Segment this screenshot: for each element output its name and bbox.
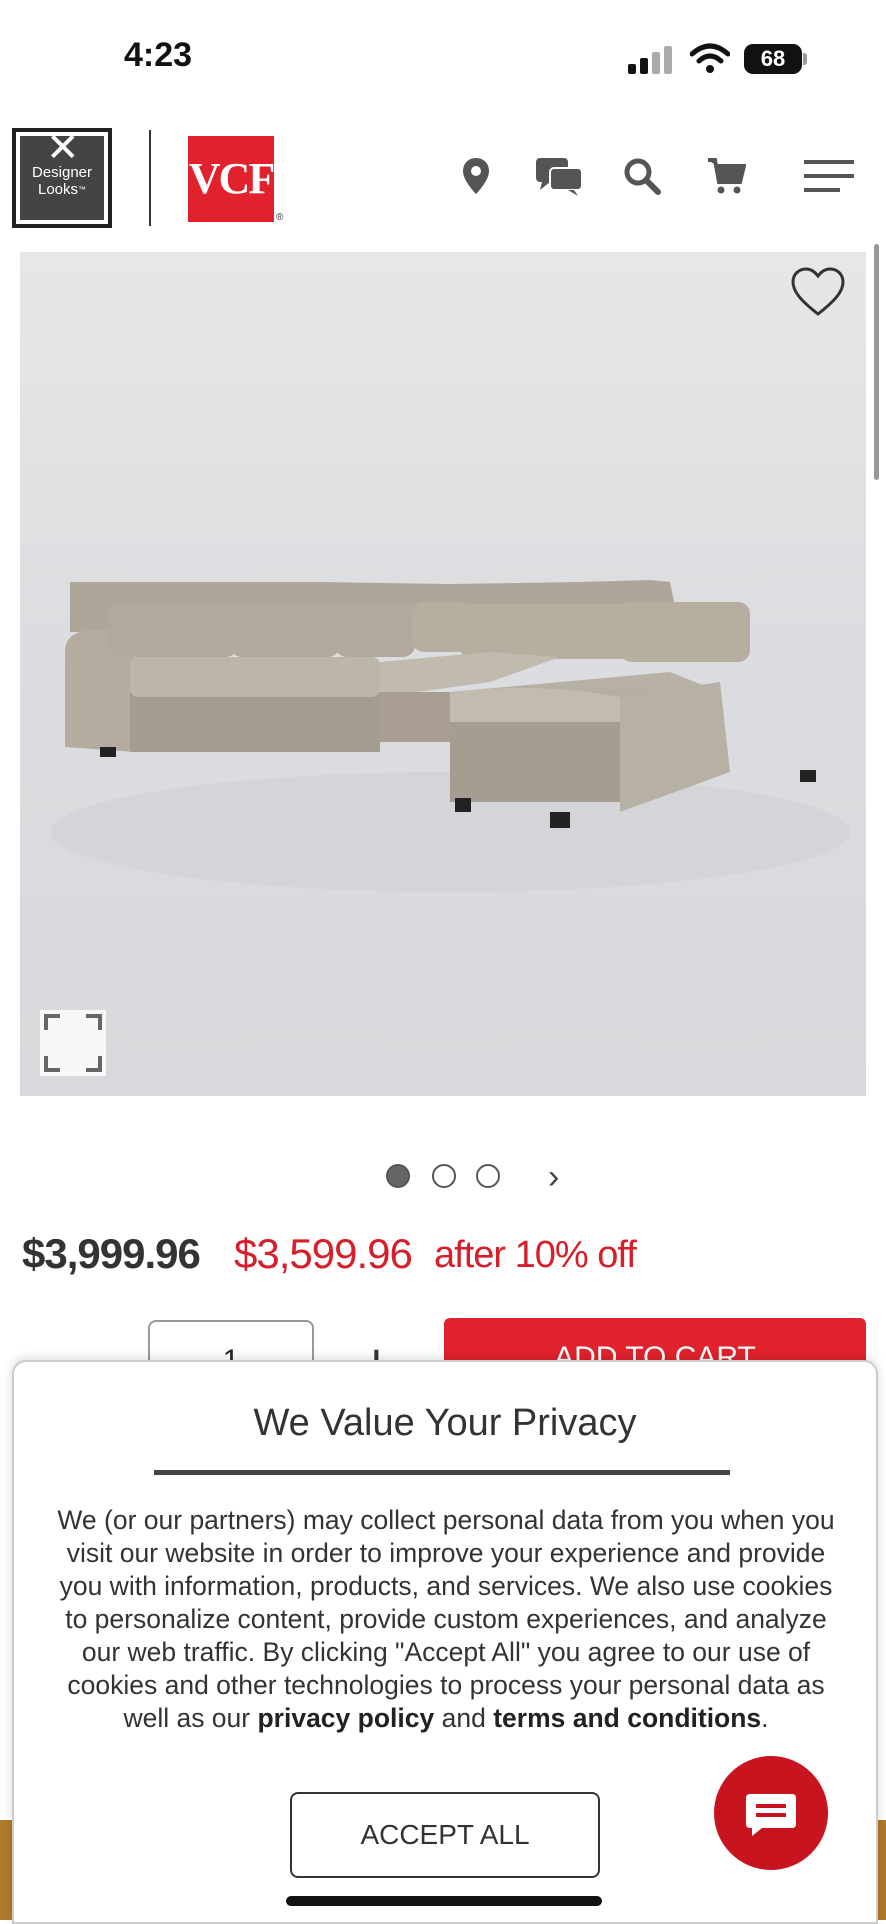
battery-tip — [803, 53, 807, 65]
chat-button[interactable] — [714, 1756, 828, 1870]
registered-mark: ® — [276, 212, 284, 223]
fullscreen-expand-icon[interactable] — [40, 1010, 106, 1076]
and-text: and — [434, 1703, 494, 1733]
carousel-dot-3[interactable] — [476, 1164, 500, 1188]
location-pin-icon[interactable] — [460, 156, 492, 196]
vcf-logo[interactable]: VCF — [188, 136, 275, 222]
sale-price: $3,599.96 — [234, 1230, 413, 1277]
chat-bubbles-icon[interactable] — [534, 156, 584, 196]
favorite-heart-icon[interactable] — [790, 266, 846, 318]
privacy-body-text: We (or our partners) may collect persona… — [57, 1505, 835, 1733]
carousel-next-icon[interactable]: › — [548, 1158, 559, 1197]
carousel-dot-1[interactable] — [386, 1164, 410, 1188]
chat-message-icon — [746, 1794, 796, 1836]
period-text: . — [761, 1703, 769, 1733]
close-icon[interactable]: ✕ — [46, 128, 80, 168]
privacy-policy-link[interactable]: privacy policy — [257, 1703, 434, 1733]
product-image[interactable] — [20, 252, 866, 1096]
privacy-modal-body: We (or our partners) may collect persona… — [48, 1504, 844, 1735]
terms-conditions-link[interactable]: terms and conditions — [493, 1703, 761, 1733]
menu-icon[interactable] — [802, 156, 856, 196]
page-scrollbar[interactable] — [874, 244, 879, 480]
privacy-modal-title: We Value Your Privacy — [253, 1402, 637, 1444]
designer-looks-logo[interactable]: Designer Looks™ ✕ — [12, 128, 112, 228]
designer-tm: ™ — [78, 185, 87, 194]
header-divider — [149, 130, 151, 226]
battery-indicator: 68 — [744, 44, 802, 74]
accept-all-button[interactable]: ACCEPT ALL — [290, 1792, 600, 1878]
cart-icon[interactable] — [706, 156, 746, 196]
status-time: 4:23 — [124, 36, 193, 74]
carousel-dot-2[interactable] — [432, 1164, 456, 1188]
wifi-icon — [690, 43, 730, 73]
signal-icon — [628, 44, 674, 74]
original-price: $3,999.96 — [22, 1230, 201, 1277]
sectional-sofa-image — [50, 580, 850, 892]
discount-note: after 10% off — [434, 1234, 637, 1276]
home-indicator — [286, 1896, 602, 1906]
modal-divider — [154, 1470, 730, 1475]
search-icon[interactable] — [622, 156, 662, 196]
